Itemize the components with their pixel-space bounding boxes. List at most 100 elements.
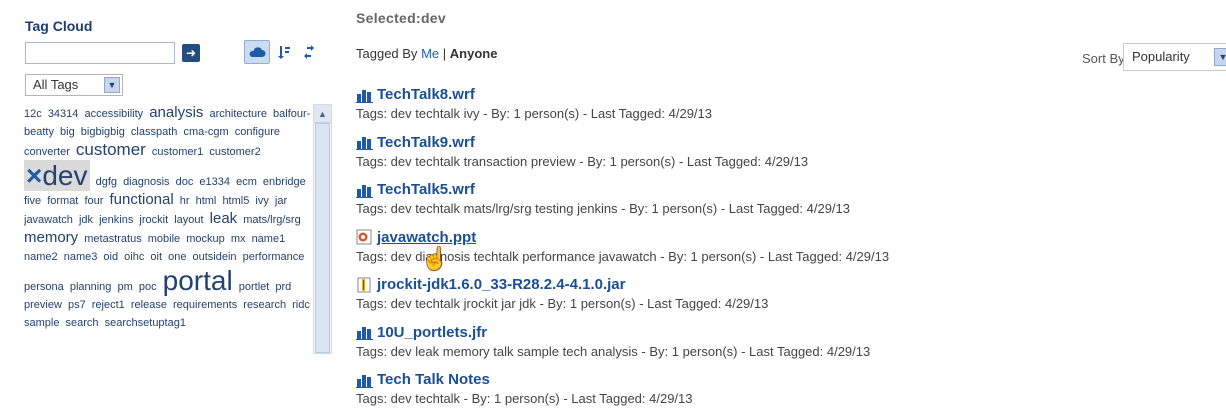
tag-link-oit[interactable]: oit xyxy=(150,251,162,263)
cloud-view-button[interactable] xyxy=(244,40,270,64)
tag-filter-select[interactable]: All Tags ▼ xyxy=(25,74,123,96)
tag-link-html5[interactable]: html5 xyxy=(222,195,249,207)
refresh-button[interactable] xyxy=(296,40,322,64)
tag-link-jar[interactable]: jar xyxy=(275,195,287,207)
tag-link-configure[interactable]: configure xyxy=(235,126,280,138)
document-title-link[interactable]: TechTalk9.wrf xyxy=(356,134,808,151)
tag-link-pm[interactable]: pm xyxy=(117,281,132,293)
tag-link-mx[interactable]: mx xyxy=(231,233,246,245)
tag-search-input[interactable] xyxy=(25,42,175,64)
tag-link-performance[interactable]: performance xyxy=(243,251,305,263)
tag-link-bigbigbig[interactable]: bigbigbig xyxy=(81,126,125,138)
tag-link-dgfg[interactable]: dgfg xyxy=(96,176,117,188)
document-item: Tech Talk Notes Tags: dev techtalk - By: … xyxy=(356,371,693,406)
tagged-by-anyone[interactable]: Anyone xyxy=(450,46,498,61)
tag-link-ridc[interactable]: ridc xyxy=(292,299,310,311)
tag-link-mockup[interactable]: mockup xyxy=(186,233,225,245)
tag-link-architecture[interactable]: architecture xyxy=(209,108,266,120)
tagged-by-prefix: Tagged By xyxy=(356,46,418,61)
tag-link-jenkins[interactable]: jenkins xyxy=(99,214,133,226)
tag-link-planning[interactable]: planning xyxy=(70,281,112,293)
document-meta: Tags: dev techtalk - By: 1 person(s) - L… xyxy=(356,391,693,406)
tag-link-sample[interactable]: sample xyxy=(24,317,59,329)
tag-link-research[interactable]: research xyxy=(243,299,286,311)
scroll-up-button[interactable]: ▲ xyxy=(314,105,331,123)
tag-link-dev[interactable]: ×dev xyxy=(24,160,90,191)
tag-link-memory[interactable]: memory xyxy=(24,229,78,246)
tag-link-portlet[interactable]: portlet xyxy=(239,281,270,293)
tag-link-classpath[interactable]: classpath xyxy=(131,126,177,138)
tag-link-34314[interactable]: 34314 xyxy=(48,108,79,120)
tag-link-converter[interactable]: converter xyxy=(24,146,70,158)
tag-link-ivy[interactable]: ivy xyxy=(255,195,268,207)
tag-link-customer2[interactable]: customer2 xyxy=(209,146,260,158)
filter-select-value: All Tags xyxy=(33,77,79,92)
swap-arrows-icon xyxy=(304,45,314,59)
tag-link-preview[interactable]: preview xyxy=(24,299,62,311)
tag-link-e1334[interactable]: e1334 xyxy=(199,176,230,188)
tag-link-big[interactable]: big xyxy=(60,126,75,138)
tag-link-outsidein[interactable]: outsidein xyxy=(193,251,237,263)
tag-link-poc[interactable]: poc xyxy=(139,281,157,293)
tag-link-portal[interactable]: portal xyxy=(163,265,233,296)
document-item: 10U_portlets.jfr Tags: dev leak memory ta… xyxy=(356,324,870,359)
tag-link-functional[interactable]: functional xyxy=(109,191,173,208)
tag-link-one[interactable]: one xyxy=(168,251,186,263)
tag-link-four[interactable]: four xyxy=(84,195,103,207)
tag-link-requirements[interactable]: requirements xyxy=(173,299,237,311)
tag-link-enbridge[interactable]: enbridge xyxy=(263,176,306,188)
tag-link-mats-lrg-srg[interactable]: mats/lrg/srg xyxy=(243,214,300,226)
tag-link-diagnosis[interactable]: diagnosis xyxy=(123,176,169,188)
tag-link-customer[interactable]: customer xyxy=(76,140,146,159)
document-title-link[interactable]: 10U_portlets.jfr xyxy=(356,324,870,341)
tag-link-name3[interactable]: name3 xyxy=(64,251,98,263)
tag-link-hr[interactable]: hr xyxy=(180,195,190,207)
tag-link-release[interactable]: release xyxy=(131,299,167,311)
tag-link-customer1[interactable]: customer1 xyxy=(152,146,203,158)
arrow-right-icon: ➜ xyxy=(185,46,197,60)
tag-link-metastratus[interactable]: metastratus xyxy=(84,233,141,245)
document-item: TechTalk9.wrf Tags: dev techtalk transact… xyxy=(356,134,808,169)
document-title-link[interactable]: TechTalk5.wrf xyxy=(356,181,850,198)
sort-alpha-button[interactable] xyxy=(271,40,297,64)
tag-link-reject1[interactable]: reject1 xyxy=(92,299,125,311)
document-title-link[interactable]: jrockit-jdk1.6.0_33-R28.2.4-4.1.0.jar xyxy=(356,276,768,293)
tag-link-12c[interactable]: 12c xyxy=(24,108,42,120)
tag-link-persona[interactable]: persona xyxy=(24,281,64,293)
tag-link-javawatch[interactable]: javawatch xyxy=(24,214,73,226)
scroll-thumb[interactable] xyxy=(315,123,330,353)
tag-link-prd[interactable]: prd xyxy=(275,281,291,293)
chart-file-icon xyxy=(356,372,374,388)
sort-select[interactable]: Popularity ▼ xyxy=(1123,43,1226,71)
tag-link-ps7[interactable]: ps7 xyxy=(68,299,86,311)
remove-tag-icon[interactable]: × xyxy=(26,160,42,191)
tag-link-name1[interactable]: name1 xyxy=(252,233,286,245)
tag-link-leak[interactable]: leak xyxy=(210,210,238,227)
document-meta: Tags: dev leak memory talk sample tech a… xyxy=(356,343,871,359)
tag-link-doc[interactable]: doc xyxy=(176,176,194,188)
tag-link-html[interactable]: html xyxy=(196,195,217,207)
document-title: 10U_portlets.jfr xyxy=(377,323,488,341)
tag-link-ecm[interactable]: ecm xyxy=(236,176,257,188)
tag-link-format[interactable]: format xyxy=(47,195,78,207)
tag-link-mobile[interactable]: mobile xyxy=(148,233,180,245)
document-title-link[interactable]: TechTalk8.wrf xyxy=(356,86,712,103)
tag-link-five[interactable]: five xyxy=(24,195,41,207)
document-meta: Tags: dev techtalk mats/lrg/srg testing … xyxy=(356,201,851,216)
tag-link-oid[interactable]: oid xyxy=(103,251,118,263)
tag-link-search[interactable]: search xyxy=(66,317,99,329)
tag-link-cma-cgm[interactable]: cma-cgm xyxy=(183,126,228,138)
tag-link-accessibility[interactable]: accessibility xyxy=(84,108,143,120)
search-go-button[interactable]: ➜ xyxy=(182,44,200,62)
tag-link-analysis[interactable]: analysis xyxy=(149,104,203,121)
tag-link-name2[interactable]: name2 xyxy=(24,251,58,263)
tag-link-layout[interactable]: layout xyxy=(174,214,203,226)
tagged-by-me-link[interactable]: Me xyxy=(421,46,439,61)
tag-cloud-scrollbar[interactable]: ▲ xyxy=(313,104,332,354)
tag-link-jdk[interactable]: jdk xyxy=(79,214,93,226)
document-title-link[interactable]: javawatch.ppt xyxy=(356,229,889,246)
document-title-link[interactable]: Tech Talk Notes xyxy=(356,371,693,388)
tag-link-searchsetuptag1[interactable]: searchsetuptag1 xyxy=(105,317,186,329)
tag-link-oihc[interactable]: oihc xyxy=(124,251,144,263)
tag-link-jrockit[interactable]: jrockit xyxy=(139,214,168,226)
